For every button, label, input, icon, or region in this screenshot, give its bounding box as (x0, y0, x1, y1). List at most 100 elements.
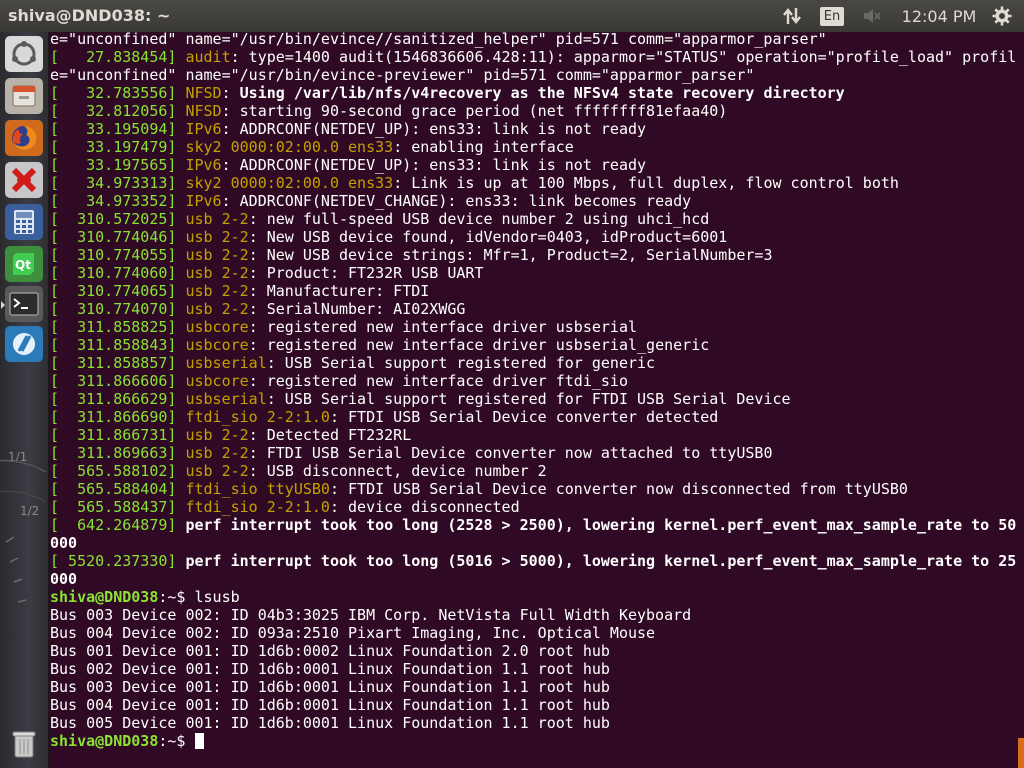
log-timestamp: [ 311.866731] (50, 426, 186, 444)
running-indicator (1, 301, 5, 309)
terminal-icon[interactable] (1, 286, 43, 322)
clock[interactable]: 12:04 PM (896, 0, 982, 32)
keyboard-layout-label: En (819, 6, 845, 26)
log-subsystem: IPv6 (185, 156, 222, 174)
terminal-line: [ 565.588102] usb 2-2: USB disconnect, d… (50, 462, 1016, 480)
terminal-line: e="unconfined" name="/usr/bin/evince-pre… (50, 66, 1016, 84)
terminal-line: [ 310.774046] usb 2-2: New USB device fo… (50, 228, 1016, 246)
terminal-line: [ 33.197565] IPv6: ADDRCONF(NETDEV_UP): … (50, 156, 1016, 174)
log-timestamp: [ 310.774046] (50, 228, 186, 246)
log-timestamp: [ 311.858843] (50, 336, 186, 354)
terminal-line: [ 33.197479] sky2 0000:02:00.0 ens33: en… (50, 138, 1016, 156)
arduino-icon[interactable] (5, 326, 43, 362)
terminal-line: Bus 004 Device 002: ID 093a:2510 Pixart … (50, 624, 1016, 642)
terminal-line: 000 (50, 570, 1016, 588)
background-dial-decoration (0, 459, 47, 603)
line-text: Bus 001 Device 001: ID 1d6b:0002 Linux F… (50, 642, 610, 660)
line-text: Bus 004 Device 001: ID 1d6b:0001 Linux F… (50, 696, 610, 714)
line-text: : New USB device strings: Mfr=1, Product… (248, 246, 773, 264)
line-text: : starting 90-second grace period (net f… (221, 102, 728, 120)
terminal-line: [ 310.774070] usb 2-2: SerialNumber: AI0… (50, 300, 1016, 318)
terminal-line: Bus 002 Device 001: ID 1d6b:0001 Linux F… (50, 660, 1016, 678)
line-text: : device disconnected (329, 498, 520, 516)
log-timestamp: [ 565.588437] (50, 498, 186, 516)
log-timestamp: [ 310.774060] (50, 264, 186, 282)
log-subsystem: usbserial (185, 390, 267, 408)
qt-creator-icon[interactable]: Qt (5, 246, 43, 282)
line-text: 000 (50, 570, 78, 588)
log-subsystem: audit (185, 48, 231, 66)
terminal-line: [ 33.195094] IPv6: ADDRCONF(NETDEV_UP): … (50, 120, 1016, 138)
terminal-line: Bus 004 Device 001: ID 1d6b:0001 Linux F… (50, 696, 1016, 714)
files-icon[interactable] (5, 78, 43, 114)
line-text: : FTDI USB Serial Device converter now a… (248, 444, 773, 462)
terminal-line: [ 27.838454] audit: type=1400 audit(1546… (50, 48, 1016, 66)
log-subsystem: usb 2-2 (185, 228, 249, 246)
log-subsystem: IPv6 (185, 120, 222, 138)
log-timestamp: [ 642.264879] (50, 516, 186, 534)
scroll-indicator (1018, 738, 1024, 768)
log-timestamp: [ 27.838454] (50, 48, 186, 66)
firefox-icon[interactable] (5, 120, 43, 156)
settings-gear-icon[interactable] (986, 0, 1018, 32)
keyboard-layout-indicator[interactable]: En (818, 0, 846, 32)
log-subsystem: usb 2-2 (185, 426, 249, 444)
line-text: : enabling interface (393, 138, 574, 156)
log-timestamp: [ 34.973352] (50, 192, 186, 210)
terminal-window[interactable]: e="unconfined" name="/usr/bin/evince//sa… (49, 32, 1024, 768)
terminal-line: [ 310.572025] usb 2-2: new full-speed US… (50, 210, 1016, 228)
log-subsystem: NFSD (185, 102, 222, 120)
line-text: : FTDI USB Serial Device converter now d… (329, 480, 908, 498)
log-subsystem: usb 2-2 (185, 210, 249, 228)
log-timestamp: [ 311.866629] (50, 390, 186, 408)
terminal-line: [ 565.588404] ftdi_sio ttyUSB0: FTDI USB… (50, 480, 1016, 498)
xmind-icon[interactable] (5, 162, 43, 198)
trash-icon[interactable] (5, 726, 43, 762)
log-timestamp: [ 565.588102] (50, 462, 186, 480)
line-text: : FTDI USB Serial Device converter detec… (329, 408, 719, 426)
line-text: 000 (50, 534, 78, 552)
line-text: : Link is up at 100 Mbps, full duplex, f… (393, 174, 899, 192)
terminal-line: [ 311.858843] usbcore: registered new in… (50, 336, 1016, 354)
terminal-line: [ 34.973313] sky2 0000:02:00.0 ens33: Li… (50, 174, 1016, 192)
terminal-line: [ 311.858857] usbserial: USB Serial supp… (50, 354, 1016, 372)
calculator-icon[interactable] (5, 204, 43, 240)
line-text: : ADDRCONF(NETDEV_UP): ens33: link is no… (221, 120, 647, 138)
log-timestamp: [ 5520.237330] (50, 552, 186, 570)
terminal-output: e="unconfined" name="/usr/bin/evince//sa… (50, 32, 1016, 750)
shell-prompt: shiva@DND038 (50, 732, 159, 750)
line-text: :~$ (158, 732, 195, 750)
line-text: e="unconfined" name="/usr/bin/evince-pre… (50, 66, 755, 84)
log-timestamp: [ 311.858825] (50, 318, 186, 336)
line-text: perf interrupt took too long (2528 > 250… (185, 516, 1017, 534)
terminal-line: [ 5520.237330] perf interrupt took too l… (50, 552, 1016, 570)
log-subsystem: usbcore (185, 318, 249, 336)
terminal-line: e="unconfined" name="/usr/bin/evince//sa… (50, 32, 1016, 48)
volume-muted-icon[interactable] (856, 0, 888, 32)
line-text: : ADDRCONF(NETDEV_CHANGE): ens33: link b… (221, 192, 692, 210)
log-subsystem: usb 2-2 (185, 264, 249, 282)
line-text: : registered new interface driver usbser… (248, 336, 710, 354)
line-text: : type=1400 audit(1546836606.428:11): ap… (230, 48, 1017, 66)
line-text: perf interrupt took too long (5016 > 500… (185, 552, 1017, 570)
log-subsystem: usbcore (185, 372, 249, 390)
terminal-line: 000 (50, 534, 1016, 552)
log-timestamp: [ 33.197565] (50, 156, 186, 174)
line-text: : USB Serial support registered for FTDI… (266, 390, 791, 408)
line-text: Using /var/lib/nfs/v4recovery as the NFS… (239, 84, 845, 102)
line-text: Bus 003 Device 002: ID 04b3:3025 IBM Cor… (50, 606, 692, 624)
log-timestamp: [ 311.866606] (50, 372, 186, 390)
line-text: : Detected FT232RL (248, 426, 412, 444)
terminal-line: Bus 001 Device 001: ID 1d6b:0002 Linux F… (50, 642, 1016, 660)
network-arrows-icon[interactable] (776, 0, 808, 32)
line-text: Bus 003 Device 001: ID 1d6b:0001 Linux F… (50, 678, 610, 696)
terminal-line: [ 565.588437] ftdi_sio 2-2:1.0: device d… (50, 498, 1016, 516)
log-subsystem: IPv6 (185, 192, 222, 210)
log-subsystem: sky2 0000:02:00.0 ens33 (185, 174, 394, 192)
log-subsystem: ftdi_sio 2-2:1.0 (185, 408, 330, 426)
ubuntu-dash-icon[interactable] (5, 36, 43, 72)
svg-text:Qt: Qt (15, 258, 31, 272)
launcher: Qt 1/1 1/2 (0, 32, 49, 768)
line-text: : SerialNumber: AI02XWGG (248, 300, 466, 318)
terminal-line: shiva@DND038:~$ lsusb (50, 588, 1016, 606)
